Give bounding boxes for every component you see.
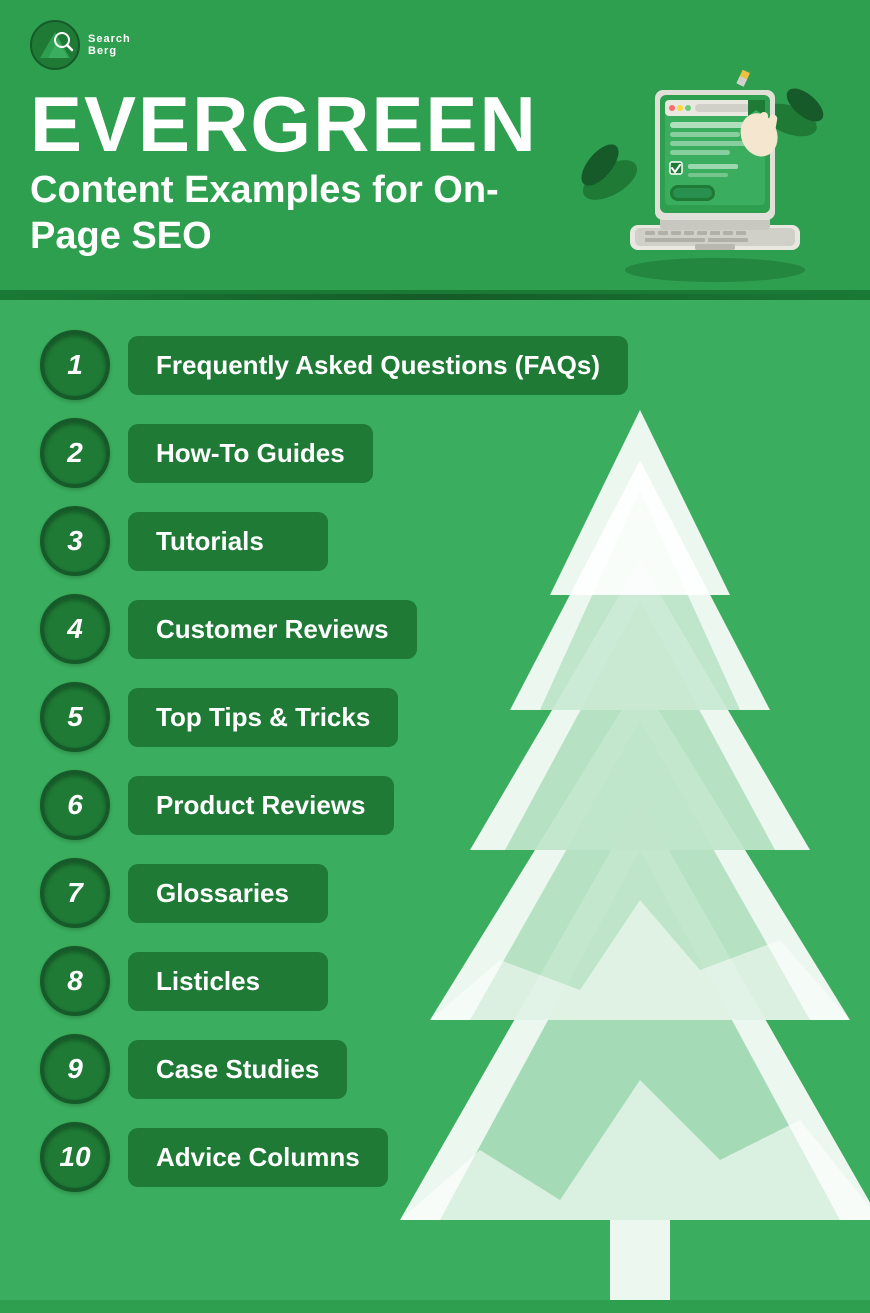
- logo-text-top: Search: [88, 33, 131, 45]
- list-item: 6 Product Reviews: [40, 770, 840, 840]
- header-illustration: [560, 70, 840, 290]
- logo-area: Search Berg: [30, 20, 840, 70]
- item-label-text: Listicles: [156, 966, 260, 996]
- list-item: 1 Frequently Asked Questions (FAQs): [40, 330, 840, 400]
- laptop-svg: [560, 70, 840, 290]
- header-content: EVERGREEN Content Examples for On-Page S…: [30, 80, 840, 290]
- header-section: Search Berg EVERGREEN Content Examples f…: [0, 0, 870, 294]
- item-label-text: Tutorials: [156, 526, 264, 556]
- number-circle: 5: [40, 682, 110, 752]
- item-label-text: Advice Columns: [156, 1142, 360, 1172]
- item-label-text: Product Reviews: [156, 790, 366, 820]
- list-item: 4 Customer Reviews: [40, 594, 840, 664]
- number-circle: 3: [40, 506, 110, 576]
- number-text: 3: [67, 525, 83, 557]
- list-item: 7 Glossaries: [40, 858, 840, 928]
- number-text: 9: [67, 1053, 83, 1085]
- item-label-box: Product Reviews: [128, 776, 394, 835]
- item-label-box: Glossaries: [128, 864, 328, 923]
- number-circle: 4: [40, 594, 110, 664]
- main-title: EVERGREEN: [30, 85, 560, 163]
- number-circle: 9: [40, 1034, 110, 1104]
- item-label-box: Customer Reviews: [128, 600, 417, 659]
- number-text: 1: [67, 349, 83, 381]
- header-text: EVERGREEN Content Examples for On-Page S…: [30, 80, 560, 259]
- item-label-box: Advice Columns: [128, 1128, 388, 1187]
- number-text: 5: [67, 701, 83, 733]
- number-circle: 1: [40, 330, 110, 400]
- number-circle: 2: [40, 418, 110, 488]
- list-section: 1 Frequently Asked Questions (FAQs) 2 How-T…: [0, 300, 870, 1300]
- list-item: 10 Advice Columns: [40, 1122, 840, 1192]
- item-label-text: Customer Reviews: [156, 614, 389, 644]
- item-label-text: Frequently Asked Questions (FAQs): [156, 350, 600, 380]
- item-label-text: How-To Guides: [156, 438, 345, 468]
- item-label-text: Glossaries: [156, 878, 289, 908]
- number-circle: 7: [40, 858, 110, 928]
- list-item: 2 How-To Guides: [40, 418, 840, 488]
- list-container: 1 Frequently Asked Questions (FAQs) 2 How-T…: [40, 330, 840, 1192]
- item-label-text: Top Tips & Tricks: [156, 702, 370, 732]
- list-item: 3 Tutorials: [40, 506, 840, 576]
- item-label-box: Listicles: [128, 952, 328, 1011]
- number-text: 4: [67, 613, 83, 645]
- number-text: 6: [67, 789, 83, 821]
- logo-text-bottom: Berg: [88, 45, 131, 57]
- number-text: 7: [67, 877, 83, 909]
- search-berg-logo: [30, 20, 80, 70]
- list-item: 5 Top Tips & Tricks: [40, 682, 840, 752]
- list-item: 8 Listicles: [40, 946, 840, 1016]
- item-label-box: How-To Guides: [128, 424, 373, 483]
- item-label-box: Case Studies: [128, 1040, 347, 1099]
- number-text: 2: [67, 437, 83, 469]
- list-item: 9 Case Studies: [40, 1034, 840, 1104]
- item-label-box: Top Tips & Tricks: [128, 688, 398, 747]
- item-label-box: Frequently Asked Questions (FAQs): [128, 336, 628, 395]
- subtitle: Content Examples for On-Page SEO: [30, 168, 560, 259]
- item-label-text: Case Studies: [156, 1054, 319, 1084]
- number-circle: 8: [40, 946, 110, 1016]
- number-circle: 10: [40, 1122, 110, 1192]
- number-circle: 6: [40, 770, 110, 840]
- number-text: 10: [59, 1141, 90, 1173]
- item-label-box: Tutorials: [128, 512, 328, 571]
- number-text: 8: [67, 965, 83, 997]
